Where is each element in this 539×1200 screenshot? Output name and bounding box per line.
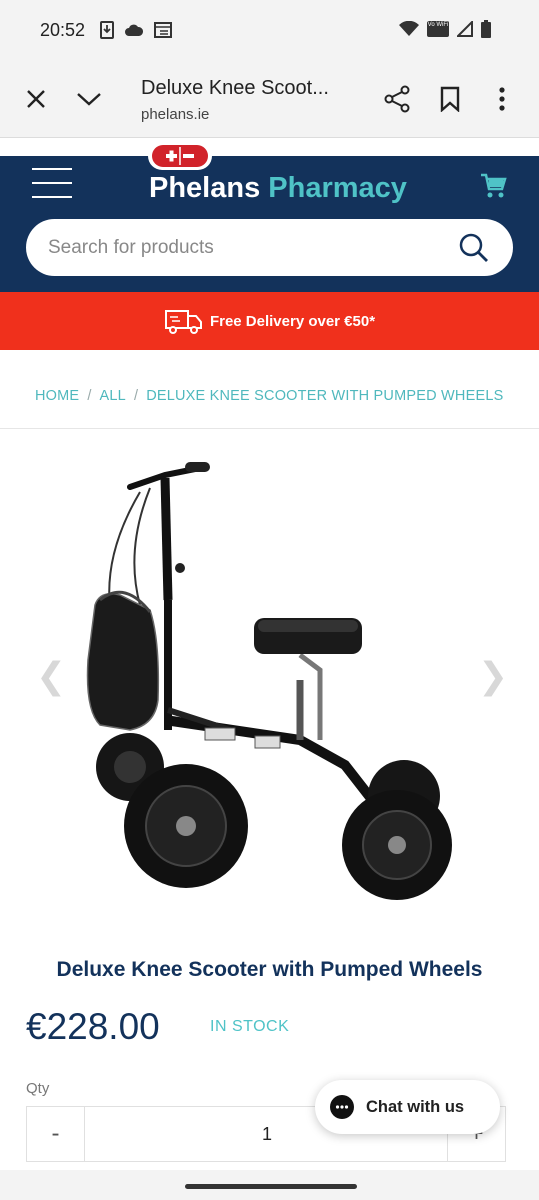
expand-button[interactable] bbox=[74, 84, 104, 114]
delivery-truck-icon bbox=[164, 310, 202, 334]
bookmark-icon bbox=[440, 86, 460, 112]
search-bar bbox=[26, 219, 513, 276]
bookmark-button[interactable] bbox=[435, 84, 465, 114]
page-url[interactable]: phelans.ie bbox=[141, 106, 209, 123]
signal-icon bbox=[457, 21, 473, 37]
status-icons-left bbox=[100, 21, 172, 39]
share-icon bbox=[384, 85, 410, 113]
chat-label: Chat with us bbox=[366, 1097, 465, 1116]
wifi-icon bbox=[399, 21, 419, 36]
breadcrumb-separator: / bbox=[87, 388, 92, 404]
product-title: Deluxe Knee Scooter with Pumped Wheels bbox=[56, 958, 483, 981]
breadcrumb-current[interactable]: DELUXE KNEE SCOOTER WITH PUMPED WHEELS bbox=[146, 388, 503, 404]
delivery-banner[interactable]: Free Delivery over €50* bbox=[0, 292, 539, 350]
brand-word-2: Pharmacy bbox=[268, 172, 407, 204]
close-icon bbox=[27, 90, 45, 108]
download-icon bbox=[100, 21, 114, 39]
window-icon bbox=[154, 22, 172, 38]
chat-bubble-icon bbox=[330, 1095, 354, 1119]
qty-decrease-button[interactable]: - bbox=[27, 1107, 85, 1161]
search-input[interactable] bbox=[48, 233, 448, 263]
status-time: 20:52 bbox=[40, 20, 86, 40]
battery-icon bbox=[481, 20, 491, 38]
wifi-calling-icon: Vo WiFi bbox=[427, 21, 449, 37]
status-bar: 20:52 Vo WiFi bbox=[0, 0, 539, 62]
chat-button[interactable]: Chat with us bbox=[315, 1080, 500, 1134]
delivery-text: Free Delivery over €50* bbox=[209, 312, 376, 330]
qty-label: Qty bbox=[26, 1080, 50, 1097]
close-tab-button[interactable] bbox=[21, 84, 51, 114]
page-title[interactable]: Deluxe Knee Scoot... bbox=[141, 77, 329, 100]
more-vert-icon bbox=[499, 87, 505, 111]
home-gesture-handle[interactable] bbox=[185, 1184, 357, 1189]
breadcrumb: HOME / ALL / DELUXE KNEE SCOOTER WITH PUMPED… bbox=[35, 388, 503, 404]
status-icons-right: Vo WiFi bbox=[399, 20, 491, 38]
divider bbox=[0, 428, 539, 429]
chevron-down-icon bbox=[77, 93, 101, 106]
hamburger-menu-icon[interactable] bbox=[32, 168, 72, 200]
cart-icon[interactable] bbox=[480, 172, 508, 200]
breadcrumb-home[interactable]: HOME bbox=[35, 388, 79, 404]
menu-button[interactable] bbox=[487, 84, 517, 114]
browser-toolbar: Deluxe Knee Scoot... phelans.ie bbox=[0, 62, 539, 138]
breadcrumb-separator: / bbox=[133, 388, 139, 404]
product-gallery: ❮ ❯ bbox=[0, 440, 539, 910]
share-button[interactable] bbox=[382, 84, 412, 114]
breadcrumb-all[interactable]: ALL bbox=[100, 388, 126, 404]
logo-cross-icon[interactable] bbox=[148, 142, 212, 170]
brand-word-1: Phelans bbox=[149, 172, 261, 204]
stock-status: IN STOCK bbox=[210, 1018, 290, 1035]
product-image[interactable] bbox=[0, 440, 539, 910]
search-icon[interactable] bbox=[458, 232, 490, 264]
cloud-icon bbox=[125, 24, 144, 36]
product-price: €228.00 bbox=[26, 1006, 160, 1047]
site-logo[interactable]: Phelans Pharmacy bbox=[149, 172, 407, 205]
